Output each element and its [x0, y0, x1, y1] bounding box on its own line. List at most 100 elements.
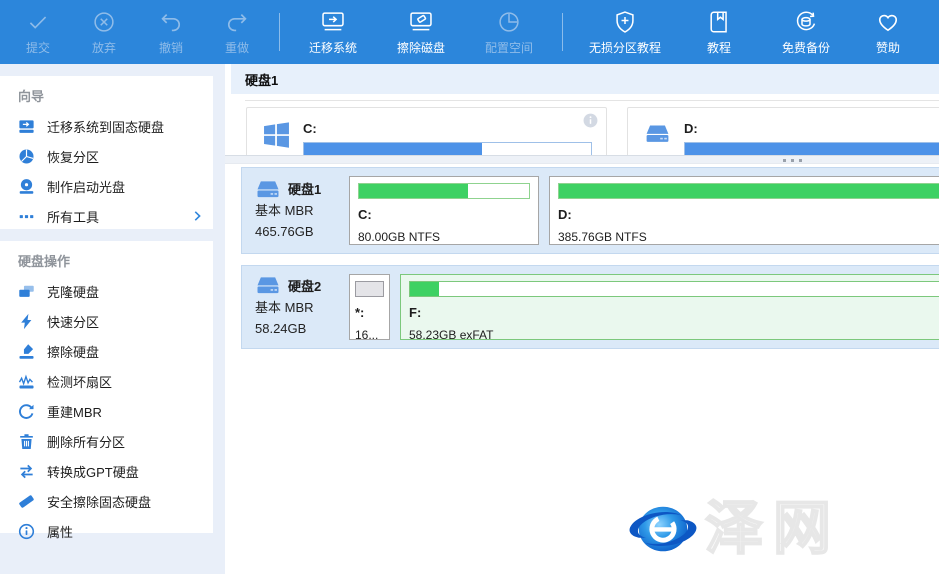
usage-bar-fill — [359, 184, 468, 198]
toolbar-button-label: 擦除磁盘 — [397, 39, 445, 56]
sidebar-item-label: 安全擦除固态硬盘 — [47, 492, 151, 511]
usage-bar — [355, 281, 384, 297]
disk-size: 58.24GB — [255, 318, 343, 339]
migrate-ssd-icon — [18, 118, 35, 135]
chevron-right-icon — [190, 209, 204, 223]
redo-icon — [224, 9, 250, 35]
sidebar-item-label: 制作启动光盘 — [47, 177, 125, 196]
partition-C[interactable]: C:80.00GB NTFS — [349, 176, 539, 245]
sidebar-item-properties[interactable]: 属性 — [0, 516, 213, 546]
all-tools-icon — [18, 208, 35, 225]
toolbar-button-label: 配置空间 — [485, 39, 533, 56]
partition-detail: 16... — [355, 328, 384, 340]
delete-partitions-icon — [18, 433, 35, 450]
main-panel: 硬盘1 C:D: 硬盘1基本 MBR465.76GBC:80.00GB NTFS… — [225, 64, 939, 574]
splitter-dots-icon — [783, 159, 802, 162]
disk-row-1: 硬盘1基本 MBR465.76GBC:80.00GB NTFSD:385.76G… — [241, 167, 939, 254]
tab-bar: 硬盘1 — [231, 64, 939, 94]
clone-disk-icon — [18, 283, 35, 300]
disk-title: 硬盘1 — [255, 179, 343, 200]
erase-disk-icon — [18, 343, 35, 360]
toolbar-backup-button[interactable]: 免费备份 — [760, 1, 852, 63]
partition-star[interactable]: *:16... — [349, 274, 390, 340]
sidebar: 向导迁移系统到固态硬盘恢复分区制作启动光盘所有工具硬盘操作克隆硬盘快速分区擦除硬… — [0, 64, 225, 574]
donate-icon — [875, 9, 901, 35]
tutorial-icon — [706, 9, 732, 35]
migrate-os-icon — [320, 9, 346, 35]
windows-logo — [263, 121, 290, 148]
usage-bar — [303, 142, 592, 155]
toolbar-donate-button[interactable]: 赞助 — [852, 1, 924, 63]
disk-info[interactable]: 硬盘1基本 MBR465.76GB — [242, 179, 343, 242]
drive-icon — [255, 276, 281, 296]
sidebar-item-label: 擦除硬盘 — [47, 342, 99, 361]
overview-drive-c[interactable]: C: — [246, 107, 607, 155]
toolbar-wipe-disk-button[interactable]: 擦除磁盘 — [377, 1, 465, 63]
sidebar-item-label: 转换成GPT硬盘 — [47, 462, 139, 481]
disk-title: 硬盘2 — [255, 276, 343, 297]
partition-label: F: — [409, 305, 939, 320]
sidebar-item-bootable-media[interactable]: 制作启动光盘 — [0, 171, 213, 201]
toolbar-button-label: 无损分区教程 — [589, 39, 661, 56]
partition-tutorial-icon — [612, 9, 638, 35]
disk-size: 465.76GB — [255, 221, 343, 242]
disk-type: 基本 MBR — [255, 200, 343, 221]
toolbar-migrate-os-button[interactable]: 迁移系统 — [289, 1, 377, 63]
toolbar-separator — [562, 13, 563, 51]
bootable-media-icon — [18, 178, 35, 195]
sidebar-item-label: 属性 — [47, 522, 73, 541]
sidebar-item-label: 删除所有分区 — [47, 432, 125, 451]
sidebar-item-label: 迁移系统到固态硬盘 — [47, 117, 164, 136]
drive-icon — [644, 121, 671, 148]
toolbar: 提交放弃撤销重做迁移系统擦除磁盘配置空间无损分区教程教程免费备份赞助 — [0, 0, 939, 64]
quick-partition-icon — [18, 313, 35, 330]
sidebar-item-rebuild-mbr[interactable]: 重建MBR — [0, 396, 213, 426]
toolbar-tutorial-button[interactable]: 教程 — [678, 1, 760, 63]
partition-detail: 58.23GB exFAT — [409, 328, 939, 340]
usage-bar-fill — [410, 282, 439, 296]
sidebar-item-all-tools[interactable]: 所有工具 — [0, 201, 213, 231]
usage-bar-fill — [685, 143, 939, 155]
watermark: 泽网 — [625, 497, 841, 561]
overview-drive-d[interactable]: D: — [627, 107, 939, 155]
recover-partition-icon — [18, 148, 35, 165]
allocate-space-icon — [496, 9, 522, 35]
check-icon — [25, 9, 51, 35]
partition-detail: 385.76GB NTFS — [558, 230, 939, 244]
tab-disk1[interactable]: 硬盘1 — [245, 70, 278, 89]
splitter-handle[interactable] — [225, 155, 939, 164]
discard-icon — [91, 9, 117, 35]
toolbar-button-label: 教程 — [707, 39, 731, 56]
convert-gpt-icon — [18, 463, 35, 480]
sidebar-item-label: 恢复分区 — [47, 147, 99, 166]
sidebar-item-delete-all-partitions[interactable]: 删除所有分区 — [0, 426, 213, 456]
toolbar-allocate-space-button: 配置空间 — [465, 1, 553, 63]
sidebar-item-check-bad-sectors[interactable]: 检测坏扇区 — [0, 366, 213, 396]
secure-erase-icon — [18, 493, 35, 510]
wipe-disk-icon — [408, 9, 434, 35]
toolbar-separator — [279, 13, 280, 51]
sidebar-item-migrate-ssd[interactable]: 迁移系统到固态硬盘 — [0, 111, 213, 141]
toolbar-redo-button: 重做 — [204, 1, 270, 63]
partition-D[interactable]: D:385.76GB NTFS — [549, 176, 939, 245]
sidebar-item-convert-gpt[interactable]: 转换成GPT硬盘 — [0, 456, 213, 486]
sidebar-item-secure-erase-ssd[interactable]: 安全擦除固态硬盘 — [0, 486, 213, 516]
sidebar-item-recover-partition[interactable]: 恢复分区 — [0, 141, 213, 171]
sidebar-item-label: 快速分区 — [47, 312, 99, 331]
toolbar-partition-tutorial-button[interactable]: 无损分区教程 — [572, 1, 678, 63]
usage-bar-fill — [304, 143, 482, 155]
drive-overview-strip: C: D: — [225, 107, 939, 155]
usage-bar — [684, 142, 939, 155]
toolbar-button-label: 放弃 — [92, 39, 116, 56]
disk-name: 硬盘1 — [288, 179, 321, 200]
disk-info[interactable]: 硬盘2基本 MBR58.24GB — [242, 276, 343, 339]
sidebar-item-label: 检测坏扇区 — [47, 372, 112, 391]
partition-F[interactable]: F: 58.23GB exFAT — [400, 274, 939, 340]
toolbar-button-label: 重做 — [225, 39, 249, 56]
sidebar-item-erase-disk[interactable]: 擦除硬盘 — [0, 336, 213, 366]
sidebar-item-quick-partition[interactable]: 快速分区 — [0, 306, 213, 336]
info-icon[interactable] — [583, 113, 598, 128]
zewang-logo-icon — [625, 497, 701, 561]
sidebar-item-label: 克隆硬盘 — [47, 282, 99, 301]
sidebar-item-clone-disk[interactable]: 克隆硬盘 — [0, 276, 213, 306]
